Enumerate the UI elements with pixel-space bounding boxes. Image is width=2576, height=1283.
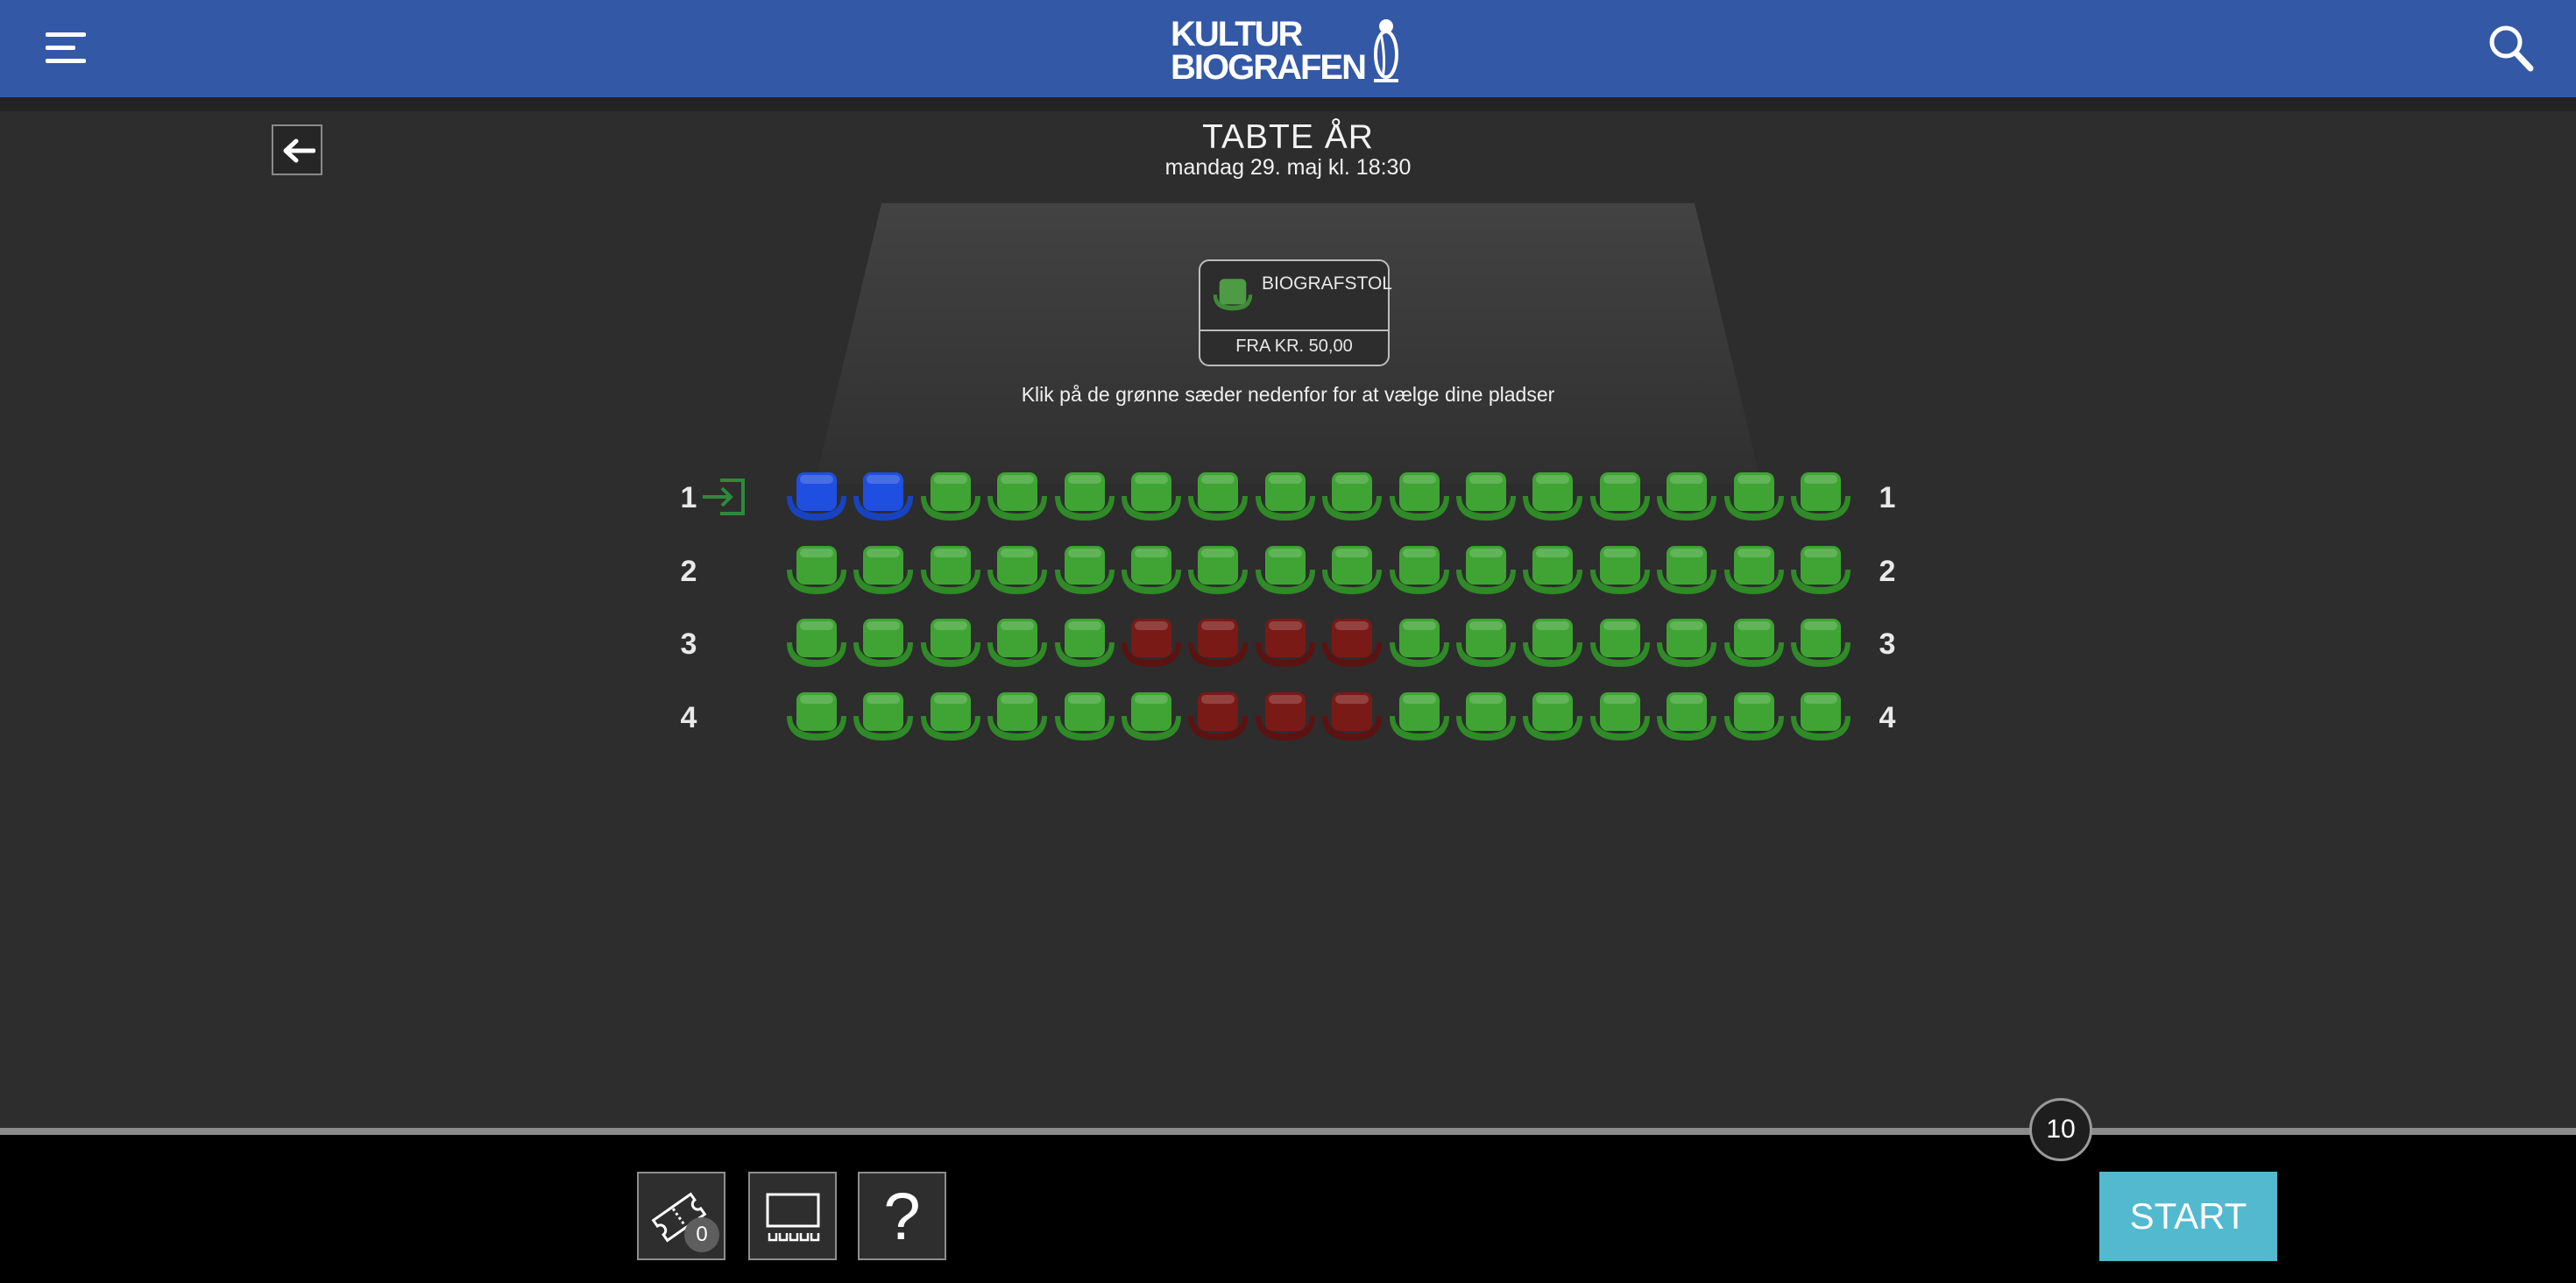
seat-available[interactable] [1454,616,1518,670]
seat-available[interactable] [1521,616,1584,670]
seat-available[interactable] [986,616,1049,670]
seat-available[interactable] [1655,690,1718,744]
seat-available[interactable] [1120,470,1183,524]
seat-available[interactable] [1454,543,1518,598]
seat-sold [1188,619,1248,667]
seat-available[interactable] [1053,616,1116,670]
seat-type-legend: BIOGRAFSTOL FRA KR. 50,00 [1199,259,1392,366]
seat-available[interactable] [919,543,982,598]
seat-available[interactable] [1521,690,1584,744]
arrow-left-icon [283,138,315,163]
seat-available[interactable] [1454,690,1518,744]
seat-available[interactable] [785,616,848,670]
row-label-left: 4 [680,701,697,734]
row-label-left: 1 [680,481,697,514]
seat-available[interactable] [1589,690,1652,744]
seat-sold [1256,619,1315,667]
seat-available[interactable] [986,690,1049,744]
logo-line2: BIOGRAFEN [1171,48,1367,87]
seat-instruction: Klik på de grønne sæder nedenfor for at … [1021,383,1555,406]
screen-view-button[interactable] [748,1172,837,1260]
seat-available[interactable] [1655,543,1718,598]
seat-available[interactable] [1789,543,1852,598]
tickets-button[interactable]: 0 [637,1172,725,1260]
seat-available[interactable] [1320,543,1384,598]
seat-available[interactable] [1589,543,1652,598]
seat-available[interactable] [1723,543,1786,598]
seat-available[interactable] [919,616,982,670]
seat-available[interactable] [986,543,1049,598]
hamburger-menu-icon[interactable] [46,32,86,64]
seat-available[interactable] [852,543,915,598]
seat-available[interactable] [785,543,848,598]
seat-available[interactable] [1320,470,1384,524]
row-label-left: 3 [680,627,697,661]
seat-available[interactable] [1723,470,1786,524]
row-label-right: 1 [1879,481,1896,514]
seat-available[interactable] [1589,616,1652,670]
legend-seat-icon [1213,279,1253,311]
seat-available[interactable] [1186,470,1249,524]
seat-available[interactable] [852,616,915,670]
seat-available[interactable] [852,690,915,744]
seat-available[interactable] [1789,690,1852,744]
seat-sold [1256,692,1315,741]
seat-available[interactable] [986,470,1049,524]
seat-selected[interactable] [852,470,915,524]
seat-available[interactable] [919,690,982,744]
seat-sold [1188,692,1248,741]
session-progress-line [0,1128,2576,1135]
seat-available[interactable] [1789,616,1852,670]
seat-available[interactable] [1589,470,1652,524]
header-divider [0,97,2576,111]
help-icon: ? [883,1180,921,1254]
back-button[interactable] [272,124,322,175]
kulturbiografen-logo[interactable]: KULTUR BIOGRAFEN [1171,16,1407,86]
ticket-count-badge: 0 [684,1217,719,1252]
search-icon[interactable] [2487,23,2534,72]
seat-available[interactable] [1254,543,1317,598]
seat-available[interactable] [1723,690,1786,744]
movie-title: TABTE ÅR [1202,118,1374,156]
seat-available[interactable] [1053,690,1116,744]
row-label-right: 3 [1879,627,1896,661]
legend-seat-type: BIOGRAFSTOL [1262,273,1392,294]
seat-available[interactable] [1655,470,1718,524]
cinema-screen-icon [766,1193,820,1242]
penguin-logo-icon [1374,19,1398,82]
row-label-right: 2 [1879,555,1896,588]
seat-available[interactable] [1388,543,1451,598]
seat-available[interactable] [1186,543,1249,598]
seat-available[interactable] [1723,616,1786,670]
seat-available[interactable] [1789,470,1852,524]
seat-available[interactable] [1655,616,1718,670]
row-label-left: 2 [680,555,697,588]
show-datetime: mandag 29. maj kl. 18:30 [1164,155,1412,180]
seat-sold [1322,692,1382,741]
seat-available[interactable] [1388,616,1451,670]
legend-price: FRA KR. 50,00 [1235,337,1353,356]
seat-available[interactable] [1053,470,1116,524]
seat-available[interactable] [1053,543,1116,598]
seat-available[interactable] [1521,543,1584,598]
seat-available[interactable] [1254,470,1317,524]
seat-available[interactable] [1120,690,1183,744]
seat-available[interactable] [1120,543,1183,598]
seat-selected[interactable] [785,470,848,524]
seat-available[interactable] [1521,470,1584,524]
seat-available[interactable] [1388,470,1451,524]
seat-available[interactable] [919,470,982,524]
help-button[interactable]: ? [858,1172,946,1260]
seat-available[interactable] [1388,690,1451,744]
row-label-right: 4 [1879,701,1896,734]
logo-line1: KULTUR [1171,15,1303,53]
seat-available[interactable] [1454,470,1518,524]
seat-available[interactable] [785,690,848,744]
start-button[interactable]: START [2099,1172,2277,1261]
countdown-timer: 10 [2029,1098,2092,1161]
seat-sold [1322,619,1382,667]
entrance-icon [703,478,745,515]
seat-sold [1122,619,1181,667]
header-bar: KULTUR BIOGRAFEN [0,0,2576,97]
